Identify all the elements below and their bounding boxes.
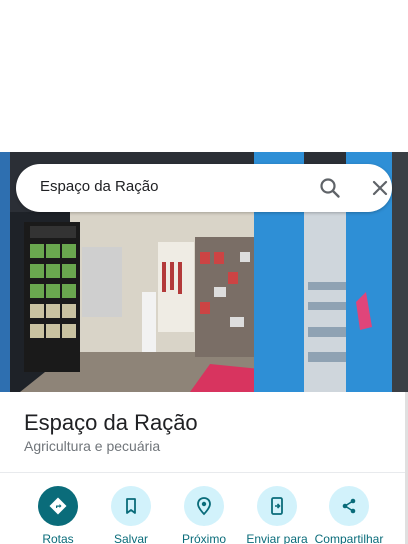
send-to-phone-icon: [257, 486, 297, 526]
nearby-label: Próximo: [181, 532, 226, 544]
bookmark-icon: [111, 486, 151, 526]
nearby-icon: [184, 486, 224, 526]
place-title: Espaço da Ração: [24, 410, 198, 435]
send-to-phone-button[interactable]: Enviar para: [240, 486, 314, 544]
search-icon[interactable]: [318, 176, 342, 200]
directions-label: Rotas: [42, 532, 74, 544]
directions-button[interactable]: Rotas: [21, 486, 95, 544]
search-input[interactable]: Espaço da Ração: [40, 178, 158, 195]
map-blank-area: [0, 0, 408, 152]
close-icon[interactable]: [368, 176, 392, 200]
nearby-button[interactable]: Próximo: [167, 486, 241, 544]
divider: [0, 472, 408, 473]
share-button[interactable]: Compartilhar: [312, 486, 386, 544]
search-bar[interactable]: Espaço da Ração: [16, 164, 392, 212]
save-button[interactable]: Salvar: [94, 486, 168, 544]
share-label: Compartilhar: [314, 532, 384, 544]
place-info-panel: Espaço da Ração Agricultura e pecuária R…: [0, 392, 408, 544]
save-label: Salvar: [113, 532, 148, 544]
send-to-phone-label: Enviar para: [246, 532, 308, 544]
place-category: Agricultura e pecuária: [24, 438, 161, 454]
directions-icon: [38, 486, 78, 526]
share-icon: [329, 486, 369, 526]
